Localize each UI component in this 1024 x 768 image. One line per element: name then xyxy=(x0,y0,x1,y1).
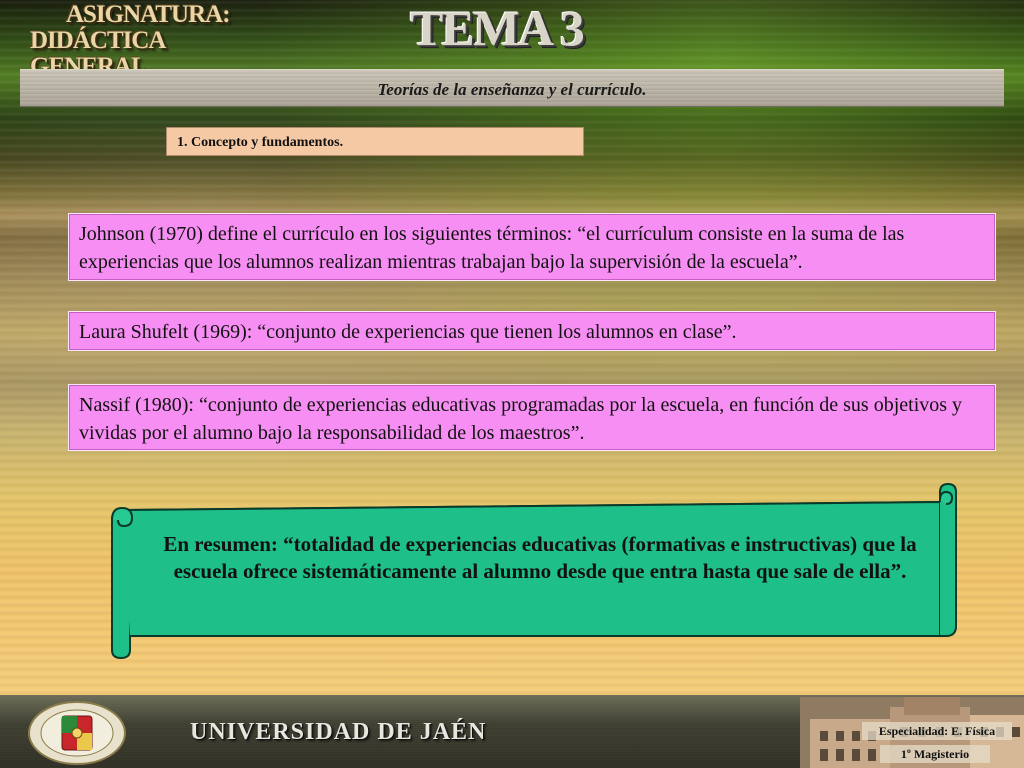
slide-title: Teorías de la enseñanza y el currículo. xyxy=(377,80,647,99)
university-name: UNIVERSIDAD DE JAÉN xyxy=(190,719,487,745)
definition-shufelt: Laura Shufelt (1969): “conjunto de exper… xyxy=(68,311,996,351)
asignatura-line1: ASIGNATURA: xyxy=(66,1,231,28)
tema-logo: TEMA 3 xyxy=(410,0,585,56)
asignatura-logo: ASIGNATURA: DIDÁCTICA GENERAL xyxy=(30,1,275,80)
definition-nassif: Nassif (1980): “conjunto de experiencias… xyxy=(68,384,996,451)
university-crest-icon xyxy=(28,701,126,765)
definition-johnson: Johnson (1970) define el currículo en lo… xyxy=(68,213,996,281)
section-label: 1. Concepto y fundamentos. xyxy=(166,127,584,156)
summary-text: En resumen: “totalidad de experiencias e… xyxy=(163,532,917,583)
course-label: 1º Magisterio xyxy=(880,745,990,763)
specialty-label: Especialidad: E. Física xyxy=(862,722,1012,740)
title-band: Teorías de la enseñanza y el currículo. xyxy=(20,69,1004,107)
